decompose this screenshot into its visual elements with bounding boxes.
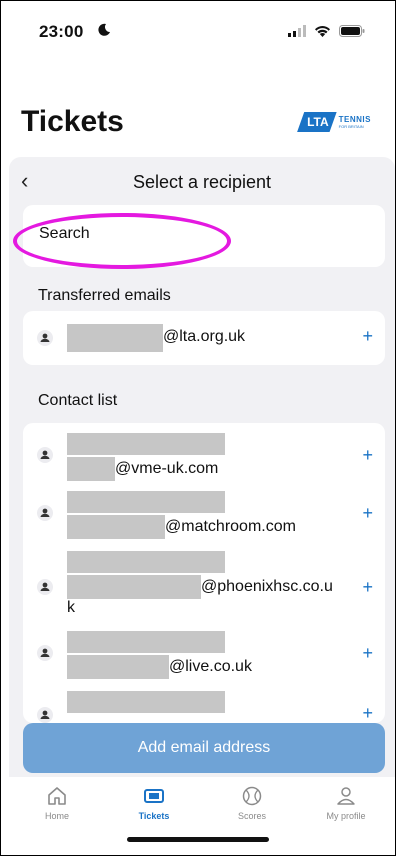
- contacts-card: @vme-uk.com + @matchroom.com + @phoenixh…: [23, 423, 385, 723]
- moon-icon: [98, 23, 110, 36]
- redacted-name: [67, 551, 225, 573]
- redacted-email-prefix: [67, 515, 165, 539]
- tab-my-profile-label: My profile: [326, 811, 366, 821]
- list-item[interactable]: @lta.org.uk +: [23, 311, 385, 365]
- logo-tennis: TENNIS: [338, 115, 371, 124]
- ticket-icon: [144, 789, 164, 803]
- user-icon: [337, 787, 355, 805]
- tab-scores-label: Scores: [237, 811, 266, 821]
- redacted-email-prefix: [67, 655, 169, 679]
- person-icon: [37, 330, 53, 346]
- sheet-title: Select a recipient: [132, 172, 272, 192]
- email-text: @live.co.uk: [169, 658, 252, 675]
- add-plus-button[interactable]: +: [362, 445, 373, 466]
- add-plus-button[interactable]: +: [362, 577, 373, 598]
- tab-home[interactable]: Home: [17, 785, 97, 821]
- list-item[interactable]: @live.co.uk +: [23, 625, 385, 687]
- person-icon: [37, 447, 53, 463]
- email-text: @lta.org.uk: [163, 328, 246, 345]
- person-icon: [37, 579, 53, 595]
- tab-tickets[interactable]: Tickets: [114, 785, 194, 821]
- home-indicator: [127, 837, 269, 842]
- redacted-email-prefix: [67, 575, 201, 599]
- person-icon: [37, 707, 53, 723]
- add-plus-button[interactable]: +: [362, 503, 373, 524]
- wifi-icon: [315, 26, 330, 37]
- email-text: @phoenixhsc.co.u: [201, 578, 333, 595]
- add-plus-button[interactable]: +: [362, 703, 373, 724]
- list-item[interactable]: @vme-uk.com +: [23, 423, 385, 485]
- email-text: @vme-uk.com: [115, 460, 219, 477]
- tab-tickets-label: Tickets: [138, 811, 170, 821]
- logo-wordmark: TENNIS FOR BRITAIN: [339, 115, 371, 129]
- status-icons: [288, 25, 365, 37]
- redacted-name: [67, 324, 163, 352]
- person-icon: [37, 645, 53, 661]
- add-email-address-button[interactable]: Add email address: [23, 723, 385, 773]
- transferred-emails-header: Transferred emails: [38, 287, 171, 304]
- email-wrap-text: k: [67, 599, 75, 616]
- list-item[interactable]: @matchroom.com +: [23, 485, 385, 547]
- logo-for-britain: FOR BRITAIN: [338, 124, 364, 129]
- logo-badge: LTA: [297, 112, 337, 132]
- email-text: @matchroom.com: [165, 518, 296, 535]
- status-time: 23:00: [39, 22, 84, 41]
- search-box[interactable]: [23, 205, 385, 267]
- battery-icon: [339, 25, 365, 37]
- add-plus-button[interactable]: +: [362, 643, 373, 664]
- redacted-name: [67, 433, 225, 455]
- home-icon: [48, 787, 66, 805]
- search-input[interactable]: [39, 225, 339, 243]
- tab-home-label: Home: [44, 811, 69, 821]
- redacted-name: [67, 631, 225, 653]
- tab-scores[interactable]: Scores: [212, 785, 292, 821]
- redacted-email-prefix: [67, 457, 115, 481]
- sheet-nav: ‹ Select a recipient: [9, 157, 395, 205]
- tennis-ball-icon: [242, 786, 262, 806]
- tab-my-profile[interactable]: My profile: [306, 785, 386, 821]
- list-item[interactable]: @phoenixhsc.co.u k +: [23, 547, 385, 625]
- add-plus-button[interactable]: +: [362, 326, 373, 347]
- signal-icon: [288, 25, 306, 37]
- person-icon: [37, 505, 53, 521]
- app-frame: 23:00 Tickets LTA TENNIS FOR BRITAIN ‹ S…: [0, 0, 396, 856]
- list-item[interactable]: +: [23, 687, 385, 727]
- tab-bar: Home Tickets Scores My profile: [1, 777, 395, 855]
- page-title: Tickets: [21, 105, 124, 138]
- redacted-name: [67, 691, 225, 713]
- redacted-name: [67, 491, 225, 513]
- contact-list-header: Contact list: [38, 392, 118, 409]
- transferred-card: @lta.org.uk +: [23, 311, 385, 365]
- lta-logo: LTA TENNIS FOR BRITAIN: [297, 112, 371, 132]
- recipient-sheet: ‹ Select a recipient Transferred emails …: [9, 157, 395, 777]
